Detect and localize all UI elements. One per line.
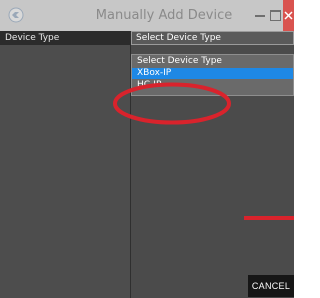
minimize-icon (255, 14, 265, 17)
maximize-button[interactable] (267, 0, 283, 31)
app-logo-icon (8, 7, 24, 23)
device-type-label: Device Type (5, 33, 60, 43)
maximize-icon (269, 10, 281, 21)
label-column: Device Type (0, 31, 130, 298)
annotation-marker (244, 216, 294, 220)
dropdown-option-select-device-type[interactable]: Select Device Type (132, 56, 293, 67)
dropdown-option-xbox-ip[interactable]: XBox-IP (132, 68, 293, 79)
minimize-button[interactable] (253, 0, 267, 31)
annotation-circle (113, 82, 231, 125)
title-bar[interactable]: Manually Add Device (0, 0, 294, 31)
add-device-window: Manually Add Device Device Type Select D… (0, 0, 294, 298)
device-type-label-row: Device Type (0, 31, 130, 45)
device-type-select-value: Select Device Type (136, 33, 221, 43)
window-title: Manually Add Device (95, 8, 233, 23)
form-area: Device Type Select Device Type Select De… (0, 31, 294, 298)
close-icon (284, 11, 293, 20)
device-type-select[interactable]: Select Device Type (131, 31, 294, 45)
cancel-button[interactable]: CANCEL (248, 275, 294, 297)
close-button[interactable] (283, 0, 294, 31)
